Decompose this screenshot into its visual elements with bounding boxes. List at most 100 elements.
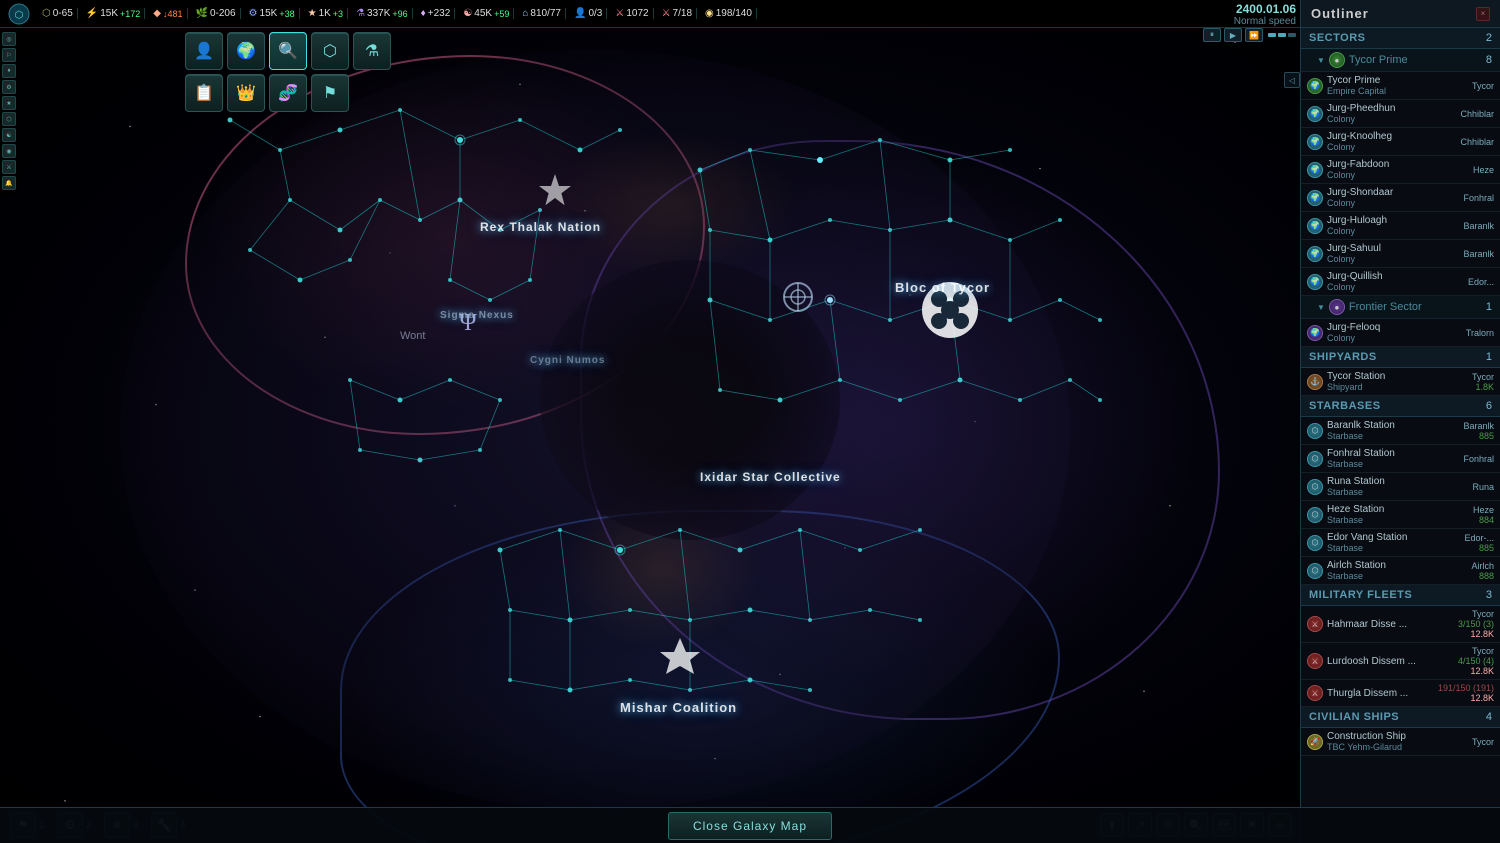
alloys-resource: ⚙ 15K +38 bbox=[245, 8, 300, 19]
fonhral-station-info: Fonhral Station Starbase bbox=[1327, 448, 1459, 469]
starbases-section-header[interactable]: Starbases 6 bbox=[1301, 396, 1500, 417]
pause-button[interactable]: ⏸ bbox=[1203, 28, 1221, 42]
ship-construction[interactable]: 🚀 Construction Ship TBC Yehm-Gilarud Tyc… bbox=[1301, 728, 1500, 756]
military-fleets-count: 3 bbox=[1486, 589, 1492, 601]
map-icon-species[interactable]: 🧬 bbox=[269, 74, 307, 112]
colony-jurg-pheedhun[interactable]: 🌍 Jurg-Pheedhun Colony Chhiblar bbox=[1301, 100, 1500, 128]
unity-resource: ♦ +232 bbox=[417, 8, 456, 19]
tycor-station-right: Tycor 1.8K bbox=[1472, 372, 1494, 392]
bottom-bar: Close Galaxy Map bbox=[0, 807, 1500, 843]
admin-capacity: ◉ 198/140 bbox=[701, 8, 757, 19]
toolbar-btn-7[interactable]: ☯ bbox=[2, 128, 16, 142]
toolbar-btn-3[interactable]: ♦ bbox=[2, 64, 16, 78]
toolbar-btn-5[interactable]: ★ bbox=[2, 96, 16, 110]
map-icon-planets[interactable]: 🌍 bbox=[227, 32, 265, 70]
toolbar-btn-1[interactable]: ◎ bbox=[2, 32, 16, 46]
outliner-panel: Outliner × Sectors 2 ▼ ● Tycor Prime 8 🌍… bbox=[1300, 0, 1500, 843]
starbases-label: Starbases bbox=[1309, 400, 1381, 412]
tycor-prime-subsection[interactable]: ▼ ● Tycor Prime 8 bbox=[1301, 49, 1500, 72]
colony-jurg-knoolheg[interactable]: 🌍 Jurg-Knoolheg Colony Chhiblar bbox=[1301, 128, 1500, 156]
sectors-count: 2 bbox=[1486, 32, 1492, 44]
colony-jurg-shondaar[interactable]: 🌍 Jurg-Shondaar Colony Fonhral bbox=[1301, 184, 1500, 212]
civilian-ships-count: 4 bbox=[1486, 711, 1492, 723]
colony-jurg-felooq[interactable]: 🌍 Jurg-Felooq Colony Tralorn bbox=[1301, 319, 1500, 347]
toolbar-btn-9[interactable]: ⚔ bbox=[2, 160, 16, 174]
colony-jurg-sahuul[interactable]: 🌍 Jurg-Sahuul Colony Baranlk bbox=[1301, 240, 1500, 268]
colony-jurg-huloagh[interactable]: 🌍 Jurg-Huloagh Colony Baranlk bbox=[1301, 212, 1500, 240]
runa-station-info: Runa Station Starbase bbox=[1327, 476, 1468, 497]
fleet-lurdoosh[interactable]: ⚔ Lurdoosh Dissem ... Tycor 4/150 (4) 12… bbox=[1301, 643, 1500, 680]
military-fleets-section-header[interactable]: Military Fleets 3 bbox=[1301, 585, 1500, 606]
toolbar-btn-10[interactable]: 🔔 bbox=[2, 176, 16, 190]
svg-text:⬡: ⬡ bbox=[15, 10, 24, 21]
tycor-station-icon: ⚓ bbox=[1307, 374, 1323, 390]
jurg-huloagh-icon: 🌍 bbox=[1307, 218, 1323, 234]
jurg-quillish-right: Edor... bbox=[1468, 277, 1494, 287]
empire-icon[interactable]: ⬡ bbox=[8, 3, 30, 25]
close-galaxy-map-button[interactable]: Close Galaxy Map bbox=[668, 812, 832, 840]
airlch-station-info: Airlch Station Starbase bbox=[1327, 560, 1467, 581]
baranlk-station-icon: ⬡ bbox=[1307, 423, 1323, 439]
toolbar-btn-6[interactable]: ⬡ bbox=[2, 112, 16, 126]
runa-station-right: Runa bbox=[1472, 482, 1494, 492]
toolbar-btn-2[interactable]: ⚐ bbox=[2, 48, 16, 62]
map-icon-policies[interactable]: 📋 bbox=[185, 74, 223, 112]
map-icon-research[interactable]: ⚗ bbox=[353, 32, 391, 70]
colony-tycor-prime[interactable]: 🌍 Tycor Prime Empire Capital Tycor bbox=[1301, 72, 1500, 100]
map-icon-factions[interactable]: ⚑ bbox=[311, 74, 349, 112]
shipyards-label: Shipyards bbox=[1309, 351, 1377, 363]
colony-jurg-quillish[interactable]: 🌍 Jurg-Quillish Colony Edor... bbox=[1301, 268, 1500, 296]
map-icon-population[interactable]: 👤 bbox=[185, 32, 223, 70]
starbase-edor-vang[interactable]: ⬡ Edor Vang Station Starbase Edor-... 88… bbox=[1301, 529, 1500, 557]
thurgla-fleet-info: Thurgla Dissem ... bbox=[1327, 688, 1434, 699]
thurgla-fleet-icon: ⚔ bbox=[1307, 685, 1323, 701]
galaxy-map[interactable]: Ψ Bloc of Tycor Mishar Coalition Ixidar … bbox=[0, 0, 1300, 843]
colony-jurg-fabdoon[interactable]: 🌍 Jurg-Fabdoon Colony Heze bbox=[1301, 156, 1500, 184]
starbase-heze[interactable]: ⬡ Heze Station Starbase Heze 884 bbox=[1301, 501, 1500, 529]
starbase-airlch[interactable]: ⬡ Airlch Station Starbase Airlch 888 bbox=[1301, 557, 1500, 585]
map-icon-galaxy[interactable]: 🔍 bbox=[269, 32, 307, 70]
jurg-sahuul-right: Baranlk bbox=[1463, 249, 1494, 259]
lurdoosh-fleet-icon: ⚔ bbox=[1307, 653, 1323, 669]
jurg-knoolheg-info: Jurg-Knoolheg Colony bbox=[1327, 131, 1456, 152]
shipyard-tycor-station[interactable]: ⚓ Tycor Station Shipyard Tycor 1.8K bbox=[1301, 368, 1500, 396]
map-icon-sectors[interactable]: ⬡ bbox=[311, 32, 349, 70]
jurg-shondaar-info: Jurg-Shondaar Colony bbox=[1327, 187, 1459, 208]
starbase-runa[interactable]: ⬡ Runa Station Starbase Runa bbox=[1301, 473, 1500, 501]
fast-forward-button[interactable]: ⏩ bbox=[1245, 28, 1263, 42]
toolbar-btn-8[interactable]: ◉ bbox=[2, 144, 16, 158]
sectors-section-header[interactable]: Sectors 2 bbox=[1301, 28, 1500, 49]
outliner-close-button[interactable]: × bbox=[1476, 7, 1490, 21]
fleet-thurgla[interactable]: ⚔ Thurgla Dissem ... 191/150 (191) 12.8K bbox=[1301, 680, 1500, 707]
civilian-ships-section-header[interactable]: Civilian Ships 4 bbox=[1301, 707, 1500, 728]
jurg-fabdoon-info: Jurg-Fabdoon Colony bbox=[1327, 159, 1469, 180]
sectors-label: Sectors bbox=[1309, 32, 1365, 44]
game-speed: Normal speed bbox=[1234, 16, 1296, 27]
outliner-expand-button[interactable]: ◁ bbox=[1284, 72, 1300, 88]
jurg-sahuul-info: Jurg-Sahuul Colony bbox=[1327, 243, 1459, 264]
jurg-knoolheg-right: Chhiblar bbox=[1460, 137, 1494, 147]
left-toolbar: ◎ ⚐ ♦ ⚙ ★ ⬡ ☯ ◉ ⚔ 🔔 bbox=[0, 28, 18, 194]
frontier-count: 1 bbox=[1486, 301, 1492, 313]
play-button[interactable]: ▶ bbox=[1224, 28, 1242, 42]
date-display: 2400.01.06 Normal speed bbox=[1234, 2, 1296, 27]
toolbar-btn-4[interactable]: ⚙ bbox=[2, 80, 16, 94]
military-fleets-label: Military Fleets bbox=[1309, 589, 1412, 601]
influence-resource: ⬡ 0-65 bbox=[38, 8, 78, 19]
shipyards-section-header[interactable]: Shipyards 1 bbox=[1301, 347, 1500, 368]
research-resource: ⚗ 337K +96 bbox=[352, 8, 413, 19]
fleet-hahmaar[interactable]: ⚔ Hahmaar Disse ... Tycor 3/150 (3) 12.8… bbox=[1301, 606, 1500, 643]
heze-station-icon: ⬡ bbox=[1307, 507, 1323, 523]
jurg-felooq-right: Tralorn bbox=[1466, 328, 1494, 338]
baranlk-station-right: Baranlk 885 bbox=[1463, 421, 1494, 441]
housing-resource: ⌂ 810/77 bbox=[518, 8, 566, 19]
construction-ship-icon: 🚀 bbox=[1307, 734, 1323, 750]
outliner-content[interactable]: Sectors 2 ▼ ● Tycor Prime 8 🌍 Tycor Prim… bbox=[1301, 28, 1500, 843]
map-icon-leaders[interactable]: 👑 bbox=[227, 74, 265, 112]
heze-station-right: Heze 884 bbox=[1473, 505, 1494, 525]
energy-resource: ⚡ 15K +172 bbox=[82, 8, 146, 19]
jurg-quillish-icon: 🌍 bbox=[1307, 274, 1323, 290]
starbase-fonhral[interactable]: ⬡ Fonhral Station Starbase Fonhral bbox=[1301, 445, 1500, 473]
frontier-sector-subsection[interactable]: ▼ ● Frontier Sector 1 bbox=[1301, 296, 1500, 319]
starbase-baranlk[interactable]: ⬡ Baranlk Station Starbase Baranlk 885 bbox=[1301, 417, 1500, 445]
